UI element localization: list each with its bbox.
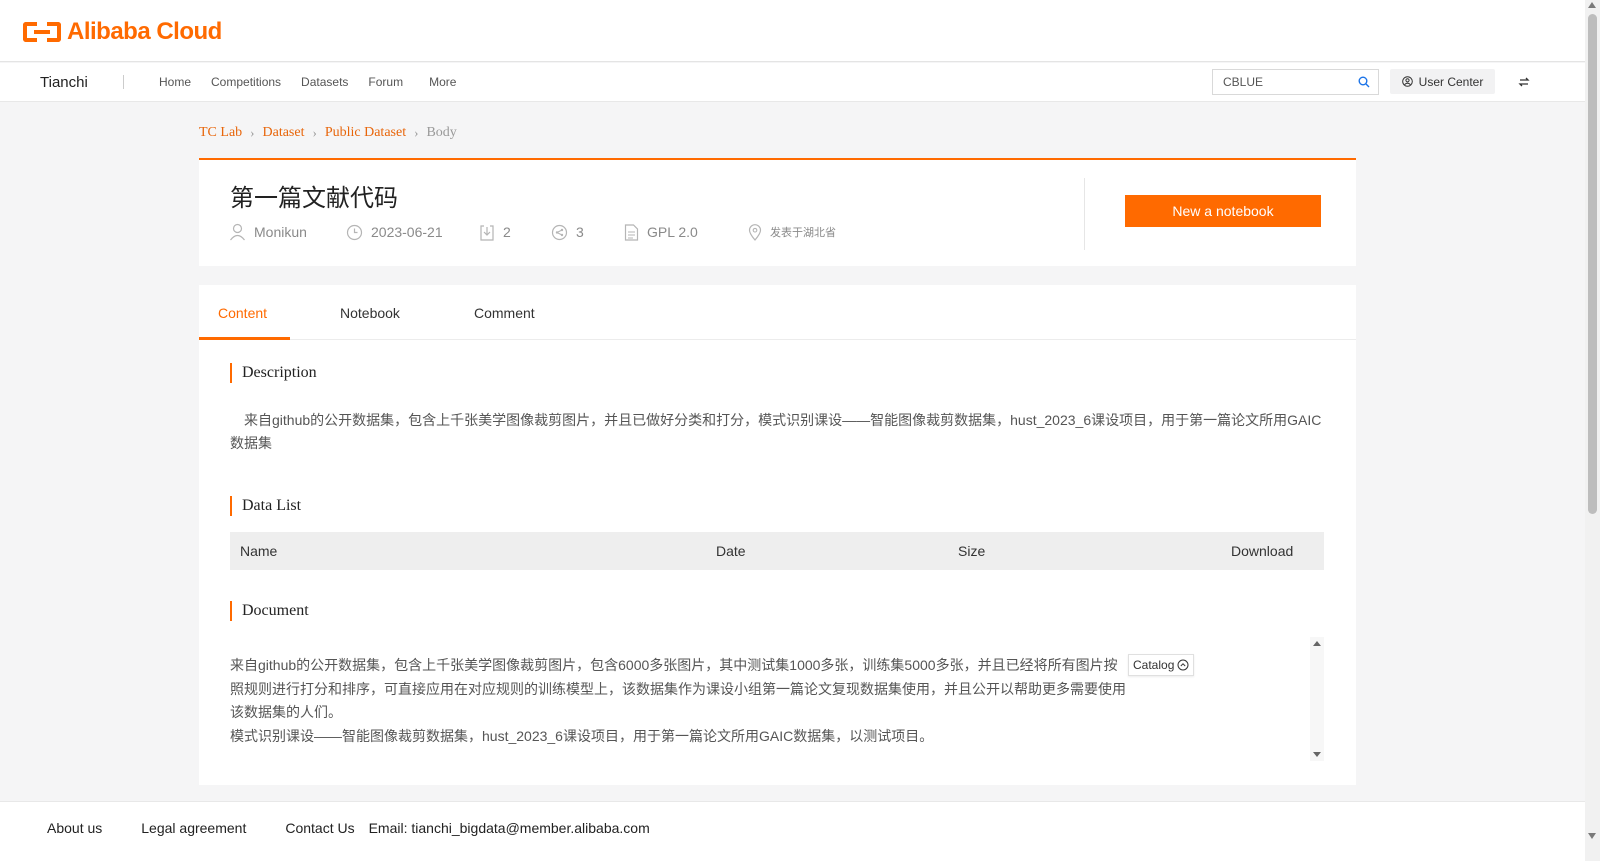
data-list-heading: Data List (230, 496, 301, 516)
meta-views: 3 (551, 224, 624, 241)
document-text: 来自github的公开数据集，包含上千张美学图像裁剪图片，包含6000多张图片，… (230, 654, 1130, 748)
catalog-label: Catalog (1133, 658, 1175, 672)
document-scrollbar[interactable] (1310, 637, 1324, 761)
nav-menu: Home Competitions Datasets Forum More (159, 75, 476, 89)
clock-icon (346, 224, 363, 240)
scroll-down-icon[interactable] (1588, 833, 1596, 839)
nav-divider (123, 75, 124, 89)
scrollbar-thumb[interactable] (1588, 14, 1597, 514)
location-text: 发表于湖北省 (770, 227, 836, 239)
tab-notebook[interactable]: Notebook (340, 305, 400, 321)
license-text: GPL 2.0 (647, 224, 698, 240)
chevron-right-icon: › (414, 125, 419, 140)
column-header-download[interactable]: Download (1231, 543, 1293, 559)
views-count: 3 (576, 224, 584, 240)
location-icon (748, 223, 762, 241)
share-icon (551, 224, 568, 240)
footer-contact-link[interactable]: Contact Us (285, 820, 354, 836)
meta-forks: 2 (479, 224, 551, 241)
catalog-button[interactable]: Catalog (1128, 654, 1195, 676)
user-icon (230, 223, 245, 241)
tab-bar: Content Notebook Comment (199, 285, 1356, 340)
chevron-right-icon: › (250, 125, 255, 140)
scroll-up-icon[interactable] (1588, 2, 1596, 8)
active-tab-indicator (199, 337, 290, 340)
scroll-down-icon[interactable] (1313, 752, 1321, 757)
chevron-up-icon (1177, 659, 1189, 671)
user-icon (1401, 76, 1413, 87)
meta-license: GPL 2.0 (624, 223, 748, 241)
nav-item-forum[interactable]: Forum (368, 75, 403, 89)
document-paragraph: 来自github的公开数据集，包含上千张美学图像裁剪图片，包含6000多张图片，… (230, 657, 1126, 720)
nav-item-home[interactable]: Home (159, 75, 191, 89)
page-title: 第一篇文献代码 (230, 184, 398, 212)
chevron-right-icon: › (312, 125, 317, 140)
column-header-date[interactable]: Date (716, 543, 746, 559)
footer: About us Legal agreement Contact Us Emai… (0, 801, 1585, 861)
dataset-header-card: 第一篇文献代码 Monikun 2023-06-21 2 3 GPL 2.0 发… (199, 158, 1356, 266)
document-paragraph: 模式识别课设——智能图像裁剪数据集，hust_2023_6课设项目，用于第一篇论… (230, 727, 934, 744)
search-input[interactable] (1213, 70, 1343, 94)
search-box (1212, 69, 1379, 95)
footer-email: Email: tianchi_bigdata@member.alibaba.co… (368, 820, 650, 836)
new-notebook-button[interactable]: New a notebook (1125, 195, 1321, 227)
top-logo-bar: Alibaba Cloud (0, 0, 1585, 62)
content-panel: Content Notebook Comment Description 来自g… (199, 285, 1356, 785)
data-list-table-header: Name Date Size Download (230, 532, 1324, 570)
alibaba-cloud-logo-icon (23, 19, 61, 45)
description-text: 来自github的公开数据集，包含上千张美学图像裁剪图片，并且已做好分类和打分，… (230, 412, 1322, 451)
meta-author: Monikun (229, 223, 346, 241)
document-heading: Document (230, 601, 309, 621)
page-scrollbar[interactable] (1585, 0, 1600, 861)
switch-icon[interactable] (1517, 75, 1531, 89)
card-divider (1084, 178, 1085, 250)
brand-tianchi[interactable]: Tianchi (40, 74, 88, 91)
search-icon[interactable] (1358, 76, 1370, 88)
download-icon (480, 224, 494, 241)
footer-legal-link[interactable]: Legal agreement (141, 820, 246, 836)
breadcrumb-dataset[interactable]: Dataset (263, 125, 305, 141)
main-navbar: Tianchi Home Competitions Datasets Forum… (0, 63, 1585, 102)
breadcrumb-current: Body (426, 125, 457, 140)
author-name[interactable]: Monikun (254, 224, 307, 240)
dataset-meta: Monikun 2023-06-21 2 3 GPL 2.0 发表于湖北省 (229, 223, 836, 241)
nav-item-datasets[interactable]: Datasets (301, 75, 348, 89)
footer-about-link[interactable]: About us (47, 820, 102, 836)
document-content: 来自github的公开数据集，包含上千张美学图像裁剪图片，包含6000多张图片，… (230, 637, 1324, 761)
forks-count: 2 (503, 224, 511, 240)
user-center-button[interactable]: User Center (1390, 69, 1495, 94)
meta-date: 2023-06-21 (346, 224, 479, 241)
meta-location: 发表于湖北省 (748, 223, 836, 241)
breadcrumb: TC Lab › Dataset › Public Dataset › Body (199, 125, 457, 141)
user-center-label: User Center (1418, 74, 1484, 89)
nav-item-more[interactable]: More (429, 75, 456, 89)
description-heading: Description (230, 363, 317, 383)
breadcrumb-public-dataset[interactable]: Public Dataset (325, 125, 406, 141)
column-header-name[interactable]: Name (240, 543, 277, 559)
footer-links: About us Legal agreement Contact Us Emai… (47, 820, 689, 836)
tab-comment[interactable]: Comment (474, 305, 535, 321)
column-header-size[interactable]: Size (958, 543, 985, 559)
tab-content[interactable]: Content (218, 305, 267, 321)
document-icon (624, 223, 639, 241)
logo-text: Alibaba Cloud (67, 18, 222, 45)
breadcrumb-tc-lab[interactable]: TC Lab (199, 125, 242, 141)
publish-date: 2023-06-21 (371, 224, 443, 240)
scroll-up-icon[interactable] (1313, 641, 1321, 646)
alibaba-cloud-logo[interactable]: Alibaba Cloud (23, 18, 222, 46)
nav-item-competitions[interactable]: Competitions (211, 75, 281, 89)
